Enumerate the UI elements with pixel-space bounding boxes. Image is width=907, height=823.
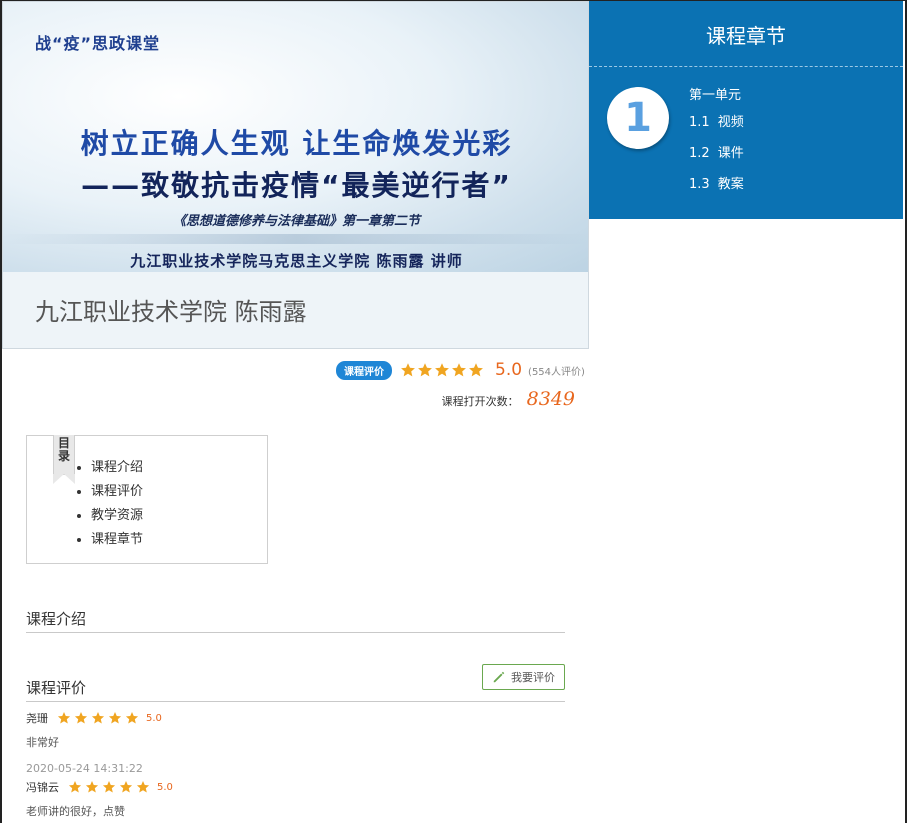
rating-stars [400,362,485,378]
toc-ribbon-label: 目录 [58,436,71,463]
unit-label[interactable]: 第一单元 [689,84,741,103]
chapters-panel: 课程章节 1 第一单元 1.1 视频 1.2 课件 1.3 教案 [589,1,903,219]
star-icon [401,363,415,377]
toc-item-chapters[interactable]: 课程章节 [91,528,143,552]
review-user: 尧珊 [26,712,48,725]
star-icon [85,781,99,793]
banner-caption: 九江职业技术学院 陈雨露 [35,298,307,326]
unit-number-badge: 1 [607,87,669,149]
review-score: 5.0 [146,712,162,724]
star-icon [469,363,483,377]
review-section-title: 课程评价 [26,679,87,697]
banner-headline-2: ——致敬抗击疫情“最美逆行者” [81,169,512,202]
table-of-contents: 目录 课程介绍 课程评价 教学资源 课程章节 [26,435,268,564]
chapter-item-label: 教案 [717,177,744,192]
review-item: 尧珊 5.0 非常好 2020-05-24 14:31:22 [26,710,162,775]
banner-light-streak [3,234,588,244]
chapter-item-number: 1.2 [689,146,710,161]
star-icon [136,781,150,793]
intro-section-title: 课程介绍 [26,610,87,628]
star-icon [452,363,466,377]
write-review-label: 我要评价 [511,671,555,684]
review-stars [68,780,153,794]
review-text: 非常好 [26,736,59,749]
star-icon [418,363,432,377]
review-item: 冯锦云 5.0 老师讲的很好，点赞 [26,779,173,819]
toc-item-resources[interactable]: 教学资源 [91,504,143,528]
open-count-label: 课程打开次数： [441,395,519,408]
star-icon [57,712,71,724]
review-score: 5.0 [157,781,173,793]
chapter-item-label: 课件 [717,146,744,161]
course-rating: 课程评价 5.0 (554人评价) [336,360,585,380]
star-icon [435,363,449,377]
star-icon [119,781,133,793]
review-text: 老师讲的很好，点赞 [26,805,125,818]
toc-item-intro[interactable]: 课程介绍 [91,456,143,480]
rating-score: 5.0 [495,360,523,380]
write-review-button[interactable]: 我要评价 [482,664,565,690]
rating-count: (554人评价) [528,366,585,378]
banner-tag: 战“疫”思政课堂 [35,34,161,53]
toc-ribbon: 目录 [53,435,75,484]
chapter-item-lesson-plan[interactable]: 1.3 教案 [689,173,744,204]
rating-badge: 课程评价 [336,360,392,380]
review-time: 2020-05-24 14:31:22 [26,762,143,775]
star-icon [68,781,82,793]
review-user: 冯锦云 [26,781,59,794]
open-count-value: 8349 [526,388,575,410]
star-icon [125,712,139,724]
open-count: 课程打开次数： 8349 [442,388,575,410]
star-icon [102,781,116,793]
chapter-item-video[interactable]: 1.1 视频 [689,111,744,142]
star-icon [74,712,88,724]
toc-list: 课程介绍 课程评价 教学资源 课程章节 [91,456,143,552]
course-banner[interactable]: 战“疫”思政课堂 树立正确人生观 让生命焕发光彩 ——致敬抗击疫情“最美逆行者”… [2,1,589,349]
banner-subtitle: 《思想道德修养与法律基础》第一章第二节 [172,214,420,229]
banner-headline-1: 树立正确人生观 让生命焕发光彩 [80,127,513,160]
review-stars [57,711,142,725]
chapters-title: 课程章节 [589,1,903,67]
pencil-icon [493,671,505,683]
chapter-item-number: 1.3 [689,177,710,192]
banner-lecturer-line: 九江职业技术学院马克思主义学院 陈雨露 讲师 [130,252,463,270]
review-section-divider [26,701,565,702]
chapter-item-number: 1.1 [689,115,710,130]
star-icon [91,712,105,724]
chapter-item-label: 视频 [717,115,744,130]
chapter-list: 1.1 视频 1.2 课件 1.3 教案 [689,111,744,204]
toc-item-reviews[interactable]: 课程评价 [91,480,143,504]
star-icon [108,712,122,724]
banner-image: 战“疫”思政课堂 树立正确人生观 让生命焕发光彩 ——致敬抗击疫情“最美逆行者”… [3,2,588,272]
intro-section-divider [26,632,565,633]
chapter-item-slides[interactable]: 1.2 课件 [689,142,744,173]
